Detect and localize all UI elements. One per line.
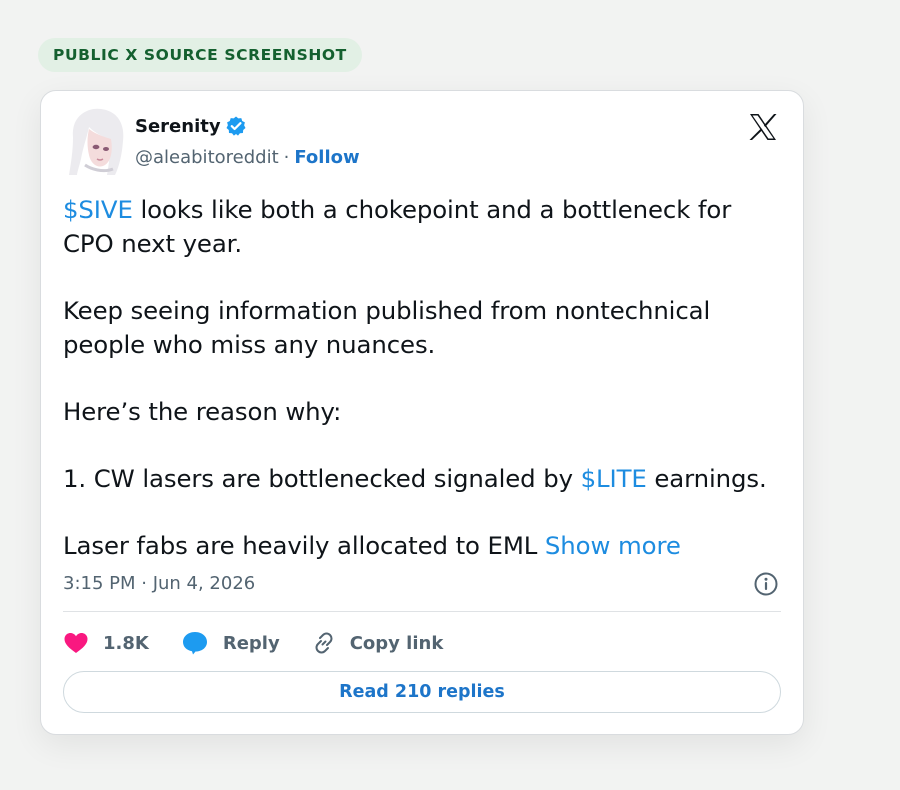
author-handle-row: @aleabitoreddit · Follow (135, 147, 360, 168)
info-icon[interactable] (753, 571, 779, 597)
divider (63, 611, 781, 612)
avatar[interactable] (67, 107, 127, 175)
tweet-paragraph-text: looks like both a chokepoint and a bottl… (63, 195, 732, 258)
tweet-card: Serenity @aleabitoreddit · Follow $SIVE … (40, 90, 804, 735)
cashtag-link-sive[interactable]: $SIVE (63, 195, 133, 224)
tweet-paragraph: Keep seeing information published from n… (63, 296, 711, 359)
x-logo-icon[interactable] (747, 111, 779, 143)
source-badge-label: PUBLIC X SOURCE SCREENSHOT (53, 46, 347, 64)
tweet-paragraph-text: earnings. (646, 464, 767, 493)
author-handle[interactable]: @aleabitoreddit (135, 147, 279, 168)
source-badge: PUBLIC X SOURCE SCREENSHOT (38, 38, 362, 72)
tweet-paragraph: Laser fabs are heavily allocated to EML … (63, 529, 783, 563)
speech-bubble-icon (182, 632, 207, 655)
read-replies-label: Read 210 replies (339, 682, 505, 702)
reply-button[interactable]: Reply (181, 630, 280, 656)
separator-dot: · (283, 147, 290, 168)
copy-link-label: Copy link (349, 632, 444, 654)
heart-icon (64, 633, 88, 653)
author-display-name[interactable]: Serenity (135, 116, 221, 137)
read-replies-button[interactable]: Read 210 replies (63, 671, 781, 713)
reply-label: Reply (222, 632, 280, 654)
tweet-text: $SIVE looks like both a chokepoint and a… (63, 193, 783, 596)
cashtag-link-lite[interactable]: $LITE (581, 464, 647, 493)
tweet-paragraph: 1. CW lasers are bottlenecked signaled b… (63, 462, 783, 496)
follow-button[interactable]: Follow (294, 147, 359, 168)
link-icon (315, 632, 333, 654)
tweet-paragraph-text: Laser fabs are heavily allocated to EML (63, 531, 545, 560)
timestamp[interactable]: 3:15 PM · Jun 4, 2026 (63, 573, 255, 594)
tweet-paragraph: $SIVE looks like both a chokepoint and a… (63, 193, 783, 261)
tweet-paragraph: Here’s the reason why: (63, 397, 342, 426)
verified-badge-icon (225, 115, 247, 137)
author-name-row: Serenity (135, 115, 247, 137)
like-count: 1.8K (103, 632, 149, 654)
tweet-paragraph-text: 1. CW lasers are bottlenecked signaled b… (63, 464, 581, 493)
copy-link-button[interactable]: Copy link (312, 631, 444, 655)
like-button[interactable]: 1.8K (63, 631, 149, 655)
show-more-link[interactable]: Show more (545, 531, 681, 560)
action-bar: 1.8K Reply Copy link (63, 627, 475, 659)
